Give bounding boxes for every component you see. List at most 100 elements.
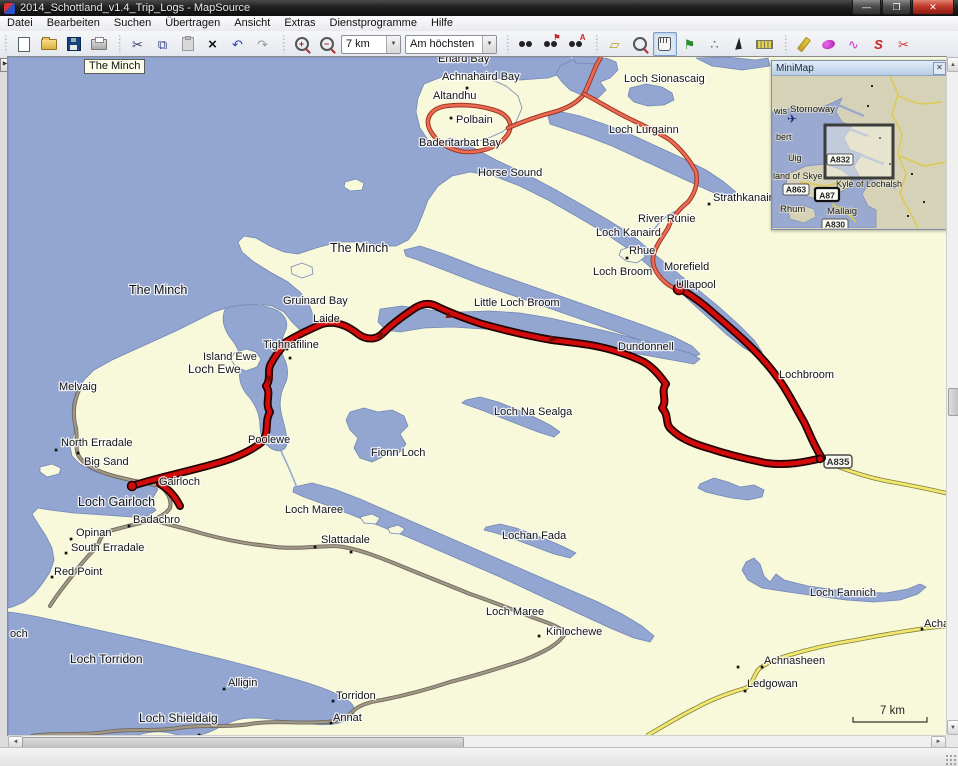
map-place-label: Kinlochewe (546, 626, 602, 638)
find-recent-button[interactable]: A (564, 32, 588, 56)
zoom-in-button[interactable]: + (290, 32, 314, 56)
map-place-label: Horse Sound (478, 167, 542, 179)
menu-item-datei[interactable]: Datei (0, 16, 40, 31)
minimap-close-icon[interactable]: ✕ (933, 62, 946, 75)
map-place-label: Ledgowan (747, 678, 798, 690)
map-place-label: The Minch (330, 241, 388, 255)
selection-tool-button[interactable] (728, 32, 752, 56)
map-place-label: Gruinard Bay (283, 295, 348, 307)
map-place-label: Badachro (133, 514, 180, 526)
menu-item-extras[interactable]: Extras (277, 16, 322, 31)
map-place-label: Lochan Fada (502, 530, 567, 542)
save-file-button[interactable] (62, 32, 86, 56)
minimap-town-dot (871, 85, 873, 87)
find-places-button[interactable] (514, 32, 538, 56)
copy-icon: ⧉ (158, 38, 167, 51)
open-file-icon (41, 39, 57, 50)
find-recent-badge: A (580, 34, 586, 42)
map-place-label: Loch Broom (593, 266, 652, 278)
undo-button[interactable]: ↶ (226, 32, 250, 56)
delete-button[interactable]: × (201, 32, 225, 56)
track-curve-tool-icon: S (874, 38, 883, 51)
cut-button[interactable]: ✂ (126, 32, 150, 56)
minimap-place-label: wis (773, 106, 787, 116)
map-viewport[interactable]: A835Enard BayAchnahaird BayLoch Sionasca… (8, 57, 946, 735)
app-icon (4, 3, 15, 14)
draw-track-tool-icon: ∿ (848, 38, 859, 51)
menu-item-übertragen[interactable]: Übertragen (158, 16, 227, 31)
map-place-label: Loch Sionascaig (624, 73, 705, 85)
redo-icon: ↷ (257, 38, 268, 51)
open-file-button[interactable] (37, 32, 61, 56)
minimap-town-dot (867, 105, 869, 107)
menu-item-hilfe[interactable]: Hilfe (424, 16, 460, 31)
menu-item-ansicht[interactable]: Ansicht (227, 16, 277, 31)
paste-button[interactable] (176, 32, 200, 56)
map-place-label: Annat (333, 712, 362, 724)
map-place-label: Loch Maree (285, 504, 343, 516)
map-place-label: Strathkanaird (713, 192, 778, 204)
minimap-road-shield-label: A830 (825, 220, 846, 229)
scroll-down-button[interactable]: ▼ (947, 720, 958, 735)
zoom-out-button[interactable]: − (315, 32, 339, 56)
track-curve-tool-button[interactable]: S (867, 32, 891, 56)
map-select-tool-button[interactable]: ▱ (603, 32, 627, 56)
menu-bar: DateiBearbeitenSuchenÜbertragenAnsichtEx… (0, 16, 958, 32)
hand-pan-tool-button[interactable] (653, 32, 677, 56)
minimap-canvas[interactable]: ✈StornowaywisbertUigland of SkyeKyle of … (772, 76, 946, 228)
draw-route-tool-button[interactable] (817, 32, 841, 56)
paste-icon (182, 37, 194, 51)
zoom-scale-select[interactable]: 7 km▼ (341, 35, 401, 54)
vertical-scrollbar[interactable]: ▲ ▼ (946, 57, 958, 735)
minimap-view-rectangle[interactable] (825, 125, 893, 178)
toolbar-grip (595, 35, 599, 53)
map-village-dot (450, 117, 453, 120)
new-document-icon (18, 37, 30, 52)
chevron-down-icon[interactable]: ▼ (482, 36, 496, 53)
print-button[interactable] (87, 32, 111, 56)
map-detail-select[interactable]: Am höchsten▼ (405, 35, 497, 54)
find-nearest-places-button[interactable]: ⚑ (539, 32, 563, 56)
map-place-label: South Erradale (71, 542, 144, 554)
map-place-label: Loch Shieldaig (139, 711, 218, 725)
toolbar-grip (784, 35, 788, 53)
minimize-button[interactable]: — (852, 0, 881, 15)
measure-tool-button[interactable] (753, 32, 777, 56)
zoom-scale-select-value: 7 km (342, 38, 386, 50)
map-village-dot (77, 452, 80, 455)
new-document-button[interactable] (12, 32, 36, 56)
route-tool-button[interactable]: ∴ (703, 32, 727, 56)
map-place-label: Loch Na Sealga (494, 406, 573, 418)
map-place-label: Little Loch Broom (474, 297, 560, 309)
map-place-label: Loch Lurgainn (609, 124, 679, 136)
map-place-label: Red Point (54, 566, 102, 578)
minimap-road-shield-label: A832 (830, 155, 851, 165)
draw-waypoint-tool-button[interactable] (792, 32, 816, 56)
chevron-down-icon[interactable]: ▼ (386, 36, 400, 53)
toolbar-group: ▱ ⚑∴ (591, 31, 780, 57)
minimap-town-dot (911, 173, 913, 175)
map-village-dot (921, 628, 924, 631)
track-split-tool-button[interactable]: ✂ (892, 32, 916, 56)
draw-track-tool-button[interactable]: ∿ (842, 32, 866, 56)
resize-grip[interactable] (945, 754, 957, 766)
redo-button[interactable]: ↷ (251, 32, 275, 56)
waypoint-flag-tool-button[interactable]: ⚑ (678, 32, 702, 56)
scroll-up-button[interactable]: ▲ (947, 57, 958, 72)
map-village-dot (51, 576, 54, 579)
map-village-dot (289, 357, 292, 360)
toolbar-group: ⚑A (502, 31, 591, 57)
map-place-label: Loch Maree (486, 606, 544, 618)
map-place-label: Loch Fannich (810, 587, 876, 599)
copy-button[interactable]: ⧉ (151, 32, 175, 56)
vertical-scroll-thumb[interactable] (948, 388, 958, 416)
zoom-out-icon: − (320, 37, 334, 51)
menu-item-bearbeiten[interactable]: Bearbeiten (40, 16, 107, 31)
measure-tool-icon (756, 40, 773, 49)
restore-button[interactable]: ❐ (882, 0, 911, 15)
close-button[interactable]: ✕ (912, 0, 954, 15)
undo-icon: ↶ (232, 38, 243, 51)
menu-item-suchen[interactable]: Suchen (107, 16, 158, 31)
menu-item-dienstprogramme[interactable]: Dienstprogramme (323, 16, 424, 31)
zoom-tool-button[interactable] (628, 32, 652, 56)
